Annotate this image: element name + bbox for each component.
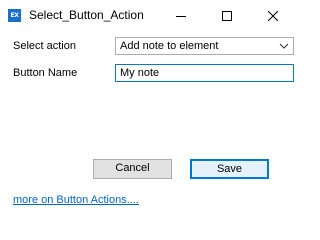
close-button[interactable] bbox=[250, 0, 296, 31]
minimize-icon bbox=[176, 15, 186, 17]
app-icon: EX bbox=[8, 9, 21, 22]
save-button[interactable]: Save bbox=[190, 159, 269, 179]
select-action-label: Select action bbox=[13, 40, 76, 52]
select-action-value: Add note to element bbox=[120, 40, 219, 52]
maximize-button[interactable] bbox=[204, 0, 250, 31]
select-action-dropdown[interactable]: Add note to element bbox=[115, 37, 294, 55]
button-actions-help-link[interactable]: more on Button Actions.... bbox=[13, 194, 139, 206]
maximize-icon bbox=[222, 10, 232, 21]
button-name-label: Button Name bbox=[13, 67, 78, 79]
chevron-down-icon bbox=[279, 43, 289, 49]
title-bar[interactable]: EX Select_Button_Action bbox=[0, 0, 296, 31]
cancel-button[interactable]: Cancel bbox=[93, 159, 172, 179]
button-name-input[interactable] bbox=[115, 64, 294, 82]
close-icon bbox=[268, 10, 278, 21]
minimize-button[interactable] bbox=[158, 0, 204, 31]
window-title: Select_Button_Action bbox=[29, 8, 144, 22]
